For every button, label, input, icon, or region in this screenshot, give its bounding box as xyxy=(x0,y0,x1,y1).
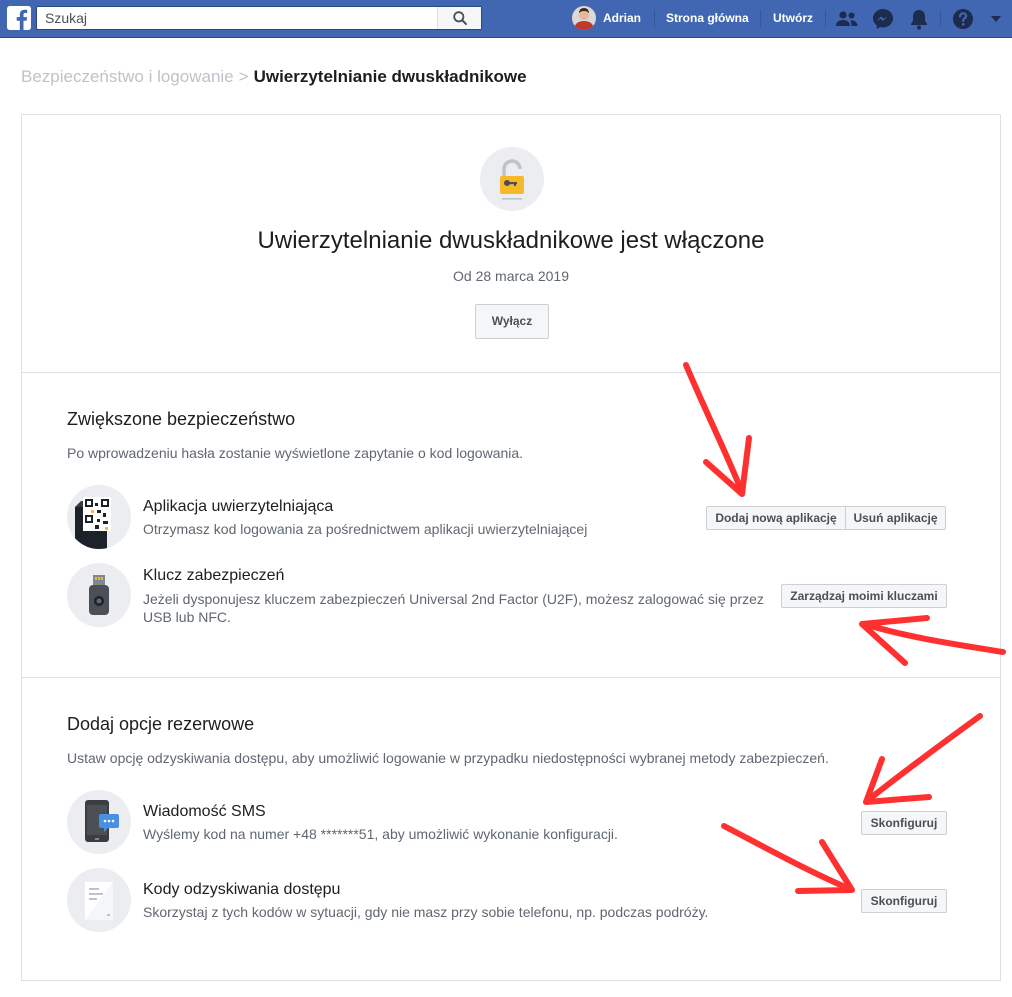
setup-sms-button[interactable]: Skonfiguruj xyxy=(861,811,947,835)
breadcrumb-separator: > xyxy=(238,67,249,86)
search-box xyxy=(36,6,482,30)
authenticator-app-title: Aplikacja uwierzytelniająca xyxy=(143,498,334,515)
sms-description: Wyślemy kod na numer +48 *******51, aby … xyxy=(143,826,618,842)
add-new-app-button[interactable]: Dodaj nową aplikację xyxy=(706,506,846,530)
facebook-logo-icon[interactable] xyxy=(7,6,31,30)
page-title: Uwierzytelnianie dwuskładnikowe xyxy=(253,67,527,86)
help-icon[interactable] xyxy=(951,7,975,31)
recovery-codes-title: Kody odzyskiwania dostępu xyxy=(143,881,341,898)
avatar xyxy=(572,6,596,30)
setup-recovery-codes-button[interactable]: Skonfiguruj xyxy=(861,889,947,913)
dropdown-arrow-icon[interactable] xyxy=(988,7,1004,31)
security-key-icon xyxy=(67,563,131,627)
security-section-title: Zwiększone bezpieczeństwo xyxy=(67,409,296,429)
recovery-codes-icon xyxy=(67,868,131,932)
security-key-description: Jeżeli dysponujesz kluczem zabezpieczeń … xyxy=(143,591,764,625)
sms-title: Wiadomość SMS xyxy=(143,803,266,820)
security-key-title: Klucz zabezpieczeń xyxy=(143,567,285,584)
sms-phone-icon xyxy=(67,790,131,854)
remove-app-button[interactable]: Usuń aplikację xyxy=(845,506,946,530)
friends-icon[interactable] xyxy=(835,7,859,31)
recovery-codes-description: Skorzystaj z tych kodów w sytuacji, gdy … xyxy=(143,904,709,920)
create-link[interactable]: Utwórz xyxy=(773,11,813,25)
search-button[interactable] xyxy=(437,7,481,29)
security-section-description: Po wprowadzeniu hasła zostanie wyświetlo… xyxy=(67,445,524,461)
manage-keys-button[interactable]: Zarządzaj moimi kluczami xyxy=(781,584,947,608)
nav-divider xyxy=(825,10,826,28)
backup-section-title: Dodaj opcje rezerwowe xyxy=(67,714,255,734)
section-divider xyxy=(22,677,1000,678)
search-input[interactable] xyxy=(37,7,437,29)
backup-section-description: Ustaw opcję odzyskiwania dostępu, aby um… xyxy=(67,750,829,766)
enabled-since-date: Od 28 marca 2019 xyxy=(453,268,569,284)
turn-off-button[interactable]: Wyłącz xyxy=(475,304,549,339)
top-navigation-bar: Adrian Strona główna Utwórz xyxy=(0,0,1012,38)
nav-divider xyxy=(654,10,655,28)
authenticator-app-description: Otrzymasz kod logowania za pośrednictwem… xyxy=(143,521,588,537)
nav-divider xyxy=(940,10,941,28)
search-icon xyxy=(453,11,467,25)
authenticator-app-icon xyxy=(67,485,131,549)
section-divider xyxy=(22,372,1000,373)
nav-divider xyxy=(760,10,761,28)
home-link[interactable]: Strona główna xyxy=(666,11,749,25)
user-name[interactable]: Adrian xyxy=(603,11,641,25)
breadcrumb-parent-link[interactable]: Bezpieczeństwo i logowanie xyxy=(21,67,234,86)
padlock-key-icon xyxy=(480,147,544,211)
breadcrumb: Bezpieczeństwo i logowanie > Uwierzytelnia… xyxy=(21,67,527,87)
messenger-icon[interactable] xyxy=(871,7,895,31)
status-heading: Uwierzytelnianie dwuskładnikowe jest włą… xyxy=(257,227,765,254)
two-factor-settings-card: Uwierzytelnianie dwuskładnikowe jest włą… xyxy=(21,114,1001,981)
notifications-icon[interactable] xyxy=(907,7,931,31)
